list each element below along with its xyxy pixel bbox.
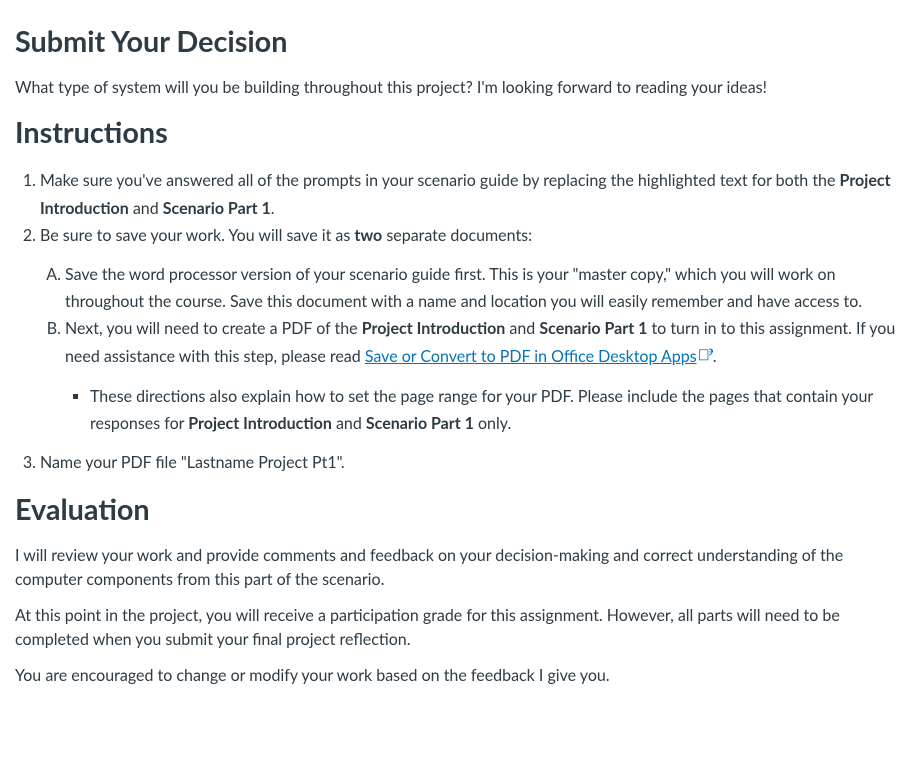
bullet-list: These directions also explain how to set…	[65, 383, 903, 437]
bullet-item: These directions also explain how to set…	[90, 383, 903, 437]
heading-evaluation: Evaluation	[15, 489, 903, 532]
pdf-help-link[interactable]: Save or Convert to PDF in Office Desktop…	[365, 347, 713, 366]
heading-submit-decision: Submit Your Decision	[15, 21, 903, 64]
heading-instructions: Instructions	[15, 112, 903, 155]
instruction-item-2: Be sure to save your work. You will save…	[40, 222, 903, 438]
evaluation-paragraph-2: At this point in the project, you will r…	[15, 604, 903, 652]
instructions-list: Make sure you've answered all of the pro…	[15, 167, 903, 476]
sub-instruction-a: Save the word processor version of your …	[65, 261, 903, 315]
sub-instructions-list: Save the word processor version of your …	[40, 261, 903, 437]
evaluation-paragraph-1: I will review your work and provide comm…	[15, 544, 903, 592]
evaluation-paragraph-3: You are encouraged to change or modify y…	[15, 664, 903, 688]
external-link-icon	[699, 343, 713, 370]
sub-instruction-b: Next, you will need to create a PDF of t…	[65, 315, 903, 437]
instruction-item-3: Name your PDF file "Lastname Project Pt1…	[40, 449, 903, 476]
intro-paragraph: What type of system will you be building…	[15, 76, 903, 100]
instruction-item-1: Make sure you've answered all of the pro…	[40, 167, 903, 221]
